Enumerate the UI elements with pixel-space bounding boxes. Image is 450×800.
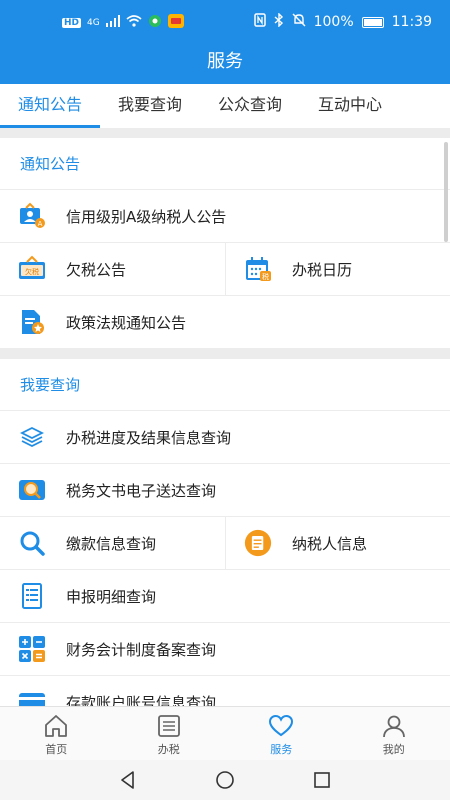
list-item-payment[interactable]: 缴款信息查询 <box>0 517 225 569</box>
bank-card-icon <box>18 688 46 706</box>
home-circle-icon[interactable] <box>215 770 235 790</box>
list-item-tax-arrears[interactable]: 欠税 欠税公告 <box>0 243 225 295</box>
nav-home-label: 首页 <box>45 743 68 756</box>
section-divider <box>0 128 450 138</box>
payment-label: 缴款信息查询 <box>66 534 157 553</box>
app-notification-icon-2 <box>167 14 184 32</box>
tab-my-query[interactable]: 我要查询 <box>100 84 200 128</box>
search-icon <box>18 529 46 557</box>
list-item-documents[interactable]: 税务文书电子送达查询 <box>0 464 450 517</box>
checklist-icon <box>18 582 46 610</box>
nav-mine[interactable]: 我的 <box>338 707 450 760</box>
layers-icon <box>18 423 46 451</box>
status-bar: HD 4G 100% 11:39 <box>0 0 450 44</box>
system-nav-bar <box>0 760 450 800</box>
nav-tax[interactable]: 办税 <box>113 707 226 760</box>
hd-badge: HD <box>62 18 82 28</box>
bluetooth-icon <box>274 12 284 31</box>
list-item-accounting[interactable]: 财务会计制度备案查询 <box>0 623 450 676</box>
calendar-icon-text: 税 <box>262 272 269 281</box>
tax-calendar-label: 办税日历 <box>292 260 353 279</box>
tab-public-query[interactable]: 公众查询 <box>200 84 300 128</box>
list-item-credit-a[interactable]: A 信用级别A级纳税人公告 <box>0 190 450 243</box>
person-icon <box>381 713 407 739</box>
list-row-payment-taxpayer: 缴款信息查询 纳税人信息 <box>0 517 450 570</box>
app-notification-icon <box>148 14 162 32</box>
list-item-deposit-account[interactable]: 存款账户账号信息查询 <box>0 676 450 706</box>
tax-arrears-icon-text: 欠税 <box>25 267 39 276</box>
document-search-icon <box>18 476 46 504</box>
tax-arrears-label: 欠税公告 <box>66 260 127 279</box>
bottom-nav: 首页 办税 服务 我的 <box>0 706 450 760</box>
nav-tax-label: 办税 <box>157 743 180 756</box>
signal-icon <box>105 15 120 31</box>
tab-bar: 通知公告 我要查询 公众查询 互动中心 <box>0 84 450 128</box>
page-title: 服务 <box>0 44 450 84</box>
section-title-query: 我要查询 <box>0 359 450 411</box>
network-generation: 4G <box>87 18 100 28</box>
heart-icon <box>268 713 294 739</box>
tax-arrears-icon: 欠税 <box>18 255 46 283</box>
nav-mine-label: 我的 <box>382 743 405 756</box>
nav-service[interactable]: 服务 <box>225 707 338 760</box>
scrollbar[interactable] <box>444 142 448 242</box>
taxpayer-info-label: 纳税人信息 <box>292 534 368 553</box>
deposit-account-label: 存款账户账号信息查询 <box>66 693 217 707</box>
list-icon <box>156 713 182 739</box>
calendar-icon: 税 <box>244 255 272 283</box>
list-item-taxpayer-info[interactable]: 纳税人信息 <box>225 517 450 569</box>
home-icon <box>43 713 69 739</box>
back-icon[interactable] <box>118 770 138 790</box>
declaration-label: 申报明细查询 <box>66 587 157 606</box>
wifi-icon <box>126 15 142 31</box>
nav-service-label: 服务 <box>270 743 293 756</box>
tab-notice[interactable]: 通知公告 <box>0 84 100 128</box>
policy-document-icon <box>18 308 46 336</box>
credit-board-icon: A <box>18 202 46 230</box>
list-item-progress[interactable]: 办税进度及结果信息查询 <box>0 411 450 464</box>
clock: 11:39 <box>391 14 432 30</box>
svg-text:A: A <box>38 220 43 228</box>
nav-home[interactable]: 首页 <box>0 707 113 760</box>
accounting-label: 财务会计制度备案查询 <box>66 640 217 659</box>
battery-percent: 100% <box>313 14 354 30</box>
recents-icon[interactable] <box>312 770 332 790</box>
documents-label: 税务文书电子送达查询 <box>66 481 217 500</box>
list-item-policy-notice[interactable]: 政策法规通知公告 <box>0 296 450 349</box>
credit-a-label: 信用级别A级纳税人公告 <box>66 207 227 226</box>
section-title-notice: 通知公告 <box>0 138 450 190</box>
tab-interaction[interactable]: 互动中心 <box>300 84 400 128</box>
taxpayer-info-icon <box>244 529 272 557</box>
policy-notice-label: 政策法规通知公告 <box>66 313 187 332</box>
section-divider <box>0 349 450 359</box>
mute-icon <box>292 13 306 31</box>
nfc-icon <box>253 13 266 31</box>
list-item-tax-calendar[interactable]: 税 办税日历 <box>225 243 450 295</box>
progress-label: 办税进度及结果信息查询 <box>66 428 232 447</box>
list-item-declaration[interactable]: 申报明细查询 <box>0 570 450 623</box>
list-row-arrears-calendar: 欠税 欠税公告 税 办税日历 <box>0 243 450 296</box>
calculator-icon <box>18 635 46 663</box>
battery-icon <box>361 16 384 28</box>
service-list[interactable]: 通知公告 A 信用级别A级纳税人公告 欠税 欠税公告 税 办税日历 政策法规通知… <box>0 128 450 706</box>
